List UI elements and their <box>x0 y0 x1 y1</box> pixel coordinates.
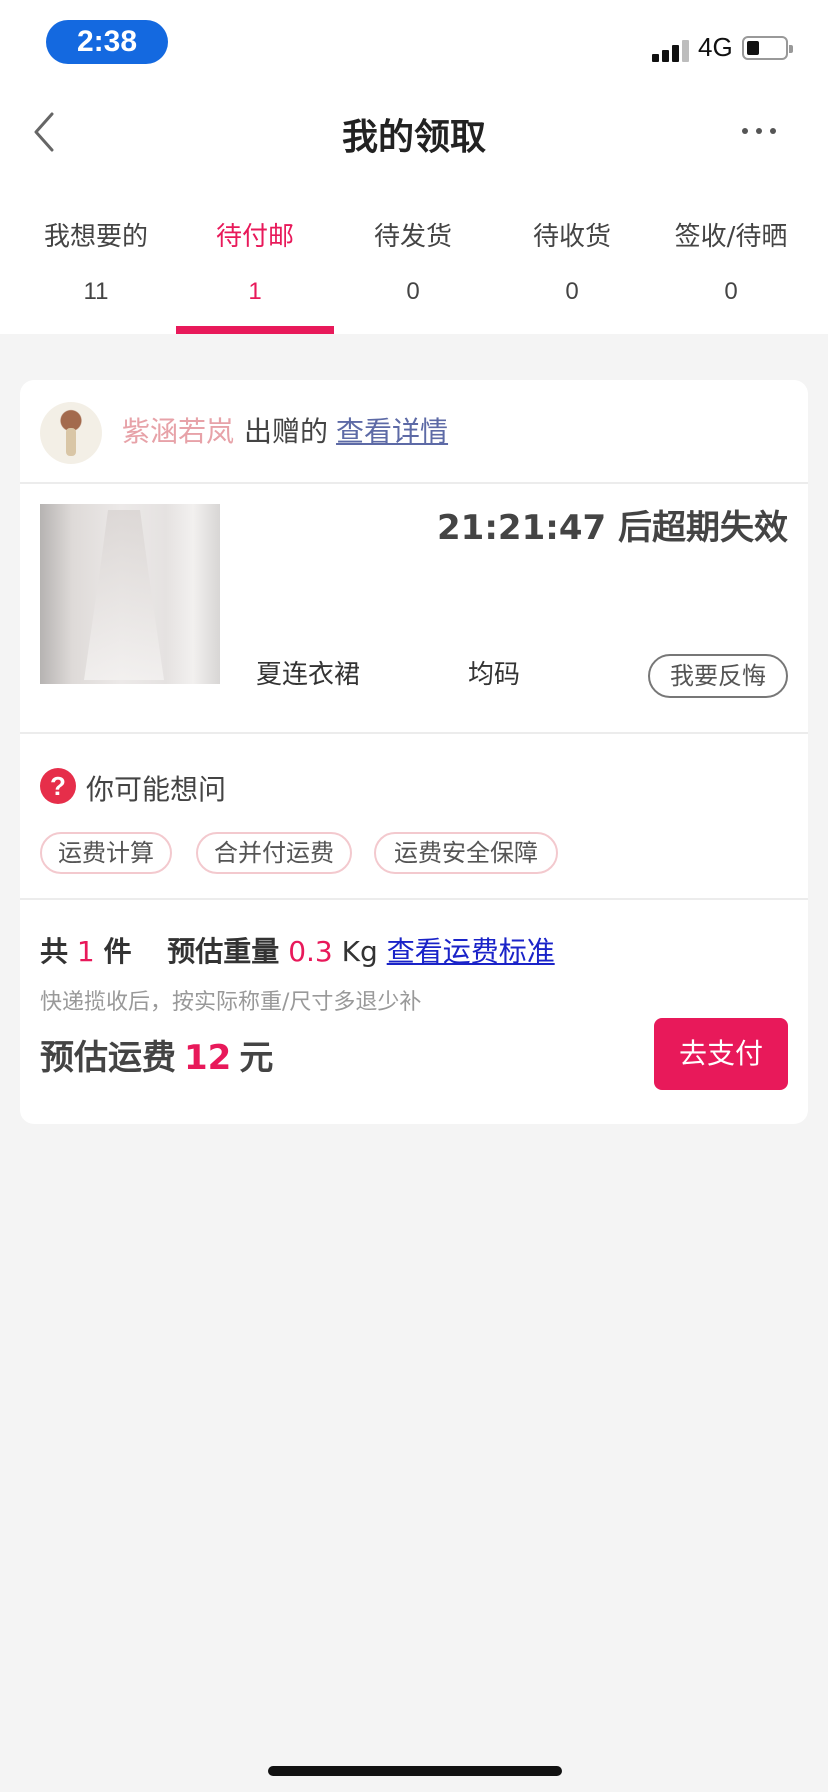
claim-card: 紫涵若岚 出赠的 查看详情 21:21:47 后超期失效 夏连衣裙 均码 我要反悔 … <box>20 380 808 1124</box>
fee-unit: 元 <box>239 1038 274 1078</box>
fee-value: 12 <box>184 1038 232 1078</box>
estimated-fee: 预估运费 12 元 <box>40 1030 273 1079</box>
donor-row: 紫涵若岚 出赠的 查看详情 <box>20 380 808 484</box>
tab-signed[interactable]: 签收/待晒 0 <box>652 176 810 334</box>
weight-value: 0.3 <box>288 935 333 968</box>
faq-section: ? 你可能想问 运费计算 合并付运费 运费安全保障 <box>20 736 808 900</box>
order-tabs: 我想要的 11 待付邮 1 待发货 0 待收货 0 签收/待晒 0 <box>0 176 828 334</box>
total-suffix: 件 <box>103 935 132 968</box>
regret-button[interactable]: 我要反悔 <box>648 654 788 698</box>
tab-label: 我想要的 <box>43 222 148 252</box>
more-icon[interactable] <box>740 126 780 136</box>
nav-bar: 我的领取 <box>0 88 828 176</box>
tab-count: 0 <box>406 278 420 305</box>
tab-label: 待收货 <box>532 222 611 252</box>
donor-name[interactable]: 紫涵若岚 <box>122 415 234 448</box>
item-name: 夏连衣裙 <box>256 660 361 690</box>
shipping-note: 快递揽收后，按实际称重/尺寸多退少补 <box>40 990 422 1015</box>
item-row: 21:21:47 后超期失效 夏连衣裙 均码 我要反悔 <box>20 484 808 734</box>
weight-label: 预估重量 <box>167 935 280 968</box>
item-image[interactable] <box>40 504 220 684</box>
network-type: 4G <box>698 32 733 62</box>
tab-pending-postage[interactable]: 待付邮 1 <box>176 176 334 334</box>
status-bar: 2:38 4G <box>0 0 828 88</box>
donor-action: 出赠的 <box>244 415 329 448</box>
tab-count: 11 <box>83 278 109 305</box>
question-icon: ? <box>40 768 76 804</box>
battery-icon <box>742 36 793 60</box>
fee-label: 预估运费 <box>40 1038 176 1078</box>
tab-label: 待发货 <box>373 222 452 252</box>
status-time: 2:38 <box>46 20 168 64</box>
tab-count: 0 <box>565 278 579 305</box>
pay-button[interactable]: 去支付 <box>654 1018 788 1090</box>
active-tab-indicator <box>176 326 334 334</box>
tab-count: 1 <box>248 278 262 305</box>
avatar[interactable] <box>40 402 102 464</box>
view-detail-link[interactable]: 查看详情 <box>336 415 448 448</box>
expiry-countdown: 21:21:47 后超期失效 <box>437 508 788 548</box>
faq-chip-shipping-security[interactable]: 运费安全保障 <box>374 832 558 874</box>
tab-label: 签收/待晒 <box>674 222 788 252</box>
faq-title: 你可能想问 <box>86 773 227 806</box>
item-size: 均码 <box>468 660 521 690</box>
total-prefix: 共 <box>40 935 69 968</box>
home-indicator[interactable] <box>268 1766 562 1776</box>
shipping-summary: 共 1 件 预估重量 0.3 Kg 查看运费标准 快递揽收后，按实际称重/尺寸多… <box>20 902 808 1124</box>
total-count: 1 <box>76 935 95 968</box>
summary-line: 共 1 件 预估重量 0.3 Kg 查看运费标准 <box>40 930 555 970</box>
page-title: 我的领取 <box>341 117 486 158</box>
signal-icon <box>652 38 690 62</box>
tab-pending-receipt[interactable]: 待收货 0 <box>493 176 651 334</box>
tab-pending-shipment[interactable]: 待发货 0 <box>334 176 492 334</box>
faq-chip-shipping-calc[interactable]: 运费计算 <box>40 832 172 874</box>
tab-count: 0 <box>724 278 738 305</box>
tab-label: 待付邮 <box>215 222 294 252</box>
fee-standard-link[interactable]: 查看运费标准 <box>387 935 555 968</box>
donor-line: 紫涵若岚 出赠的 查看详情 <box>122 410 448 450</box>
tab-wanted[interactable]: 我想要的 11 <box>17 176 175 334</box>
faq-chip-combine-shipping[interactable]: 合并付运费 <box>196 832 352 874</box>
weight-unit: Kg <box>341 935 378 968</box>
